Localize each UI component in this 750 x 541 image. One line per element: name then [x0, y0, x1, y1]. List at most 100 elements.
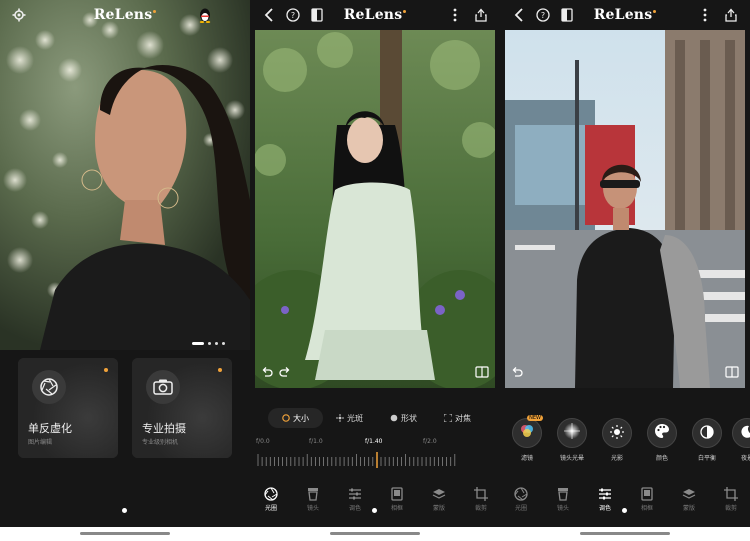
light-icon [610, 424, 624, 443]
lens-icon [555, 486, 571, 502]
edited-photo [505, 30, 745, 388]
lens-icon [305, 486, 321, 502]
edited-photo [255, 30, 495, 388]
tool-white-balance[interactable]: 白平衡 [690, 418, 724, 462]
svg-text:?: ? [541, 11, 545, 20]
app-logo: ReLens [94, 7, 157, 23]
aperture-ruler-labels: f/0.0 f/1.0 f/1.40 f/2.0 [250, 438, 500, 448]
subtab-size[interactable]: 大小 [268, 408, 323, 428]
more-menu-icon[interactable] [446, 6, 464, 24]
top-bar: ReLens [0, 0, 250, 30]
tab-aperture[interactable]: 光圈 [255, 486, 287, 512]
redo-icon[interactable] [279, 363, 291, 382]
mask-layers-icon [681, 486, 697, 502]
tool-color[interactable]: 颜色 [645, 418, 679, 462]
tab-label: 相框 [390, 505, 403, 512]
page-dot [372, 508, 377, 513]
tool-label: 滤镜 [520, 455, 533, 462]
frame-icon [639, 486, 655, 502]
home-indicator[interactable] [330, 532, 420, 535]
back-chevron-icon[interactable] [510, 6, 528, 24]
carousel-indicator [192, 342, 225, 345]
mask-layers-icon [431, 486, 447, 502]
aperture-slider[interactable] [256, 452, 456, 468]
new-badge: NEW [527, 415, 543, 421]
mode-card-pro-camera[interactable]: 专业拍摄 专业级别相机 [132, 358, 232, 458]
adjust-sliders-icon [597, 486, 613, 502]
share-icon[interactable] [722, 6, 740, 24]
tool-light[interactable]: 光影 [600, 418, 634, 462]
compare-icon[interactable] [558, 6, 576, 24]
app-logo: ReLens [594, 7, 657, 23]
undo-icon[interactable] [261, 363, 273, 382]
tab-frame[interactable]: 相框 [381, 486, 413, 512]
mode-title: 单反虚化 [28, 422, 72, 435]
tab-lens[interactable]: 镜头 [297, 486, 329, 512]
tab-frame[interactable]: 相框 [631, 486, 663, 512]
aperture-icon [32, 370, 66, 404]
tab-crop[interactable]: 裁剪 [715, 486, 747, 512]
page-dot [122, 508, 127, 513]
tab-label: 裁剪 [724, 505, 737, 512]
tool-filter[interactable]: NEW 滤镜 [510, 415, 544, 462]
adjust-sliders-icon [347, 486, 363, 502]
mode-card-bokeh[interactable]: 单反虚化 图片编辑 [18, 358, 118, 458]
tab-color[interactable]: 调色 [339, 486, 371, 512]
svg-text:?: ? [291, 11, 295, 20]
top-bar: ? ReLens [500, 0, 750, 30]
compare-icon[interactable] [308, 6, 326, 24]
tab-color[interactable]: 调色 [589, 486, 621, 512]
page-dot [622, 508, 627, 513]
help-icon[interactable]: ? [534, 6, 552, 24]
frame-icon [389, 486, 405, 502]
home-indicator[interactable] [80, 532, 170, 535]
tab-label: 裁剪 [474, 505, 487, 512]
top-bar: ? ReLens [250, 0, 500, 30]
tab-mask[interactable]: 蒙版 [423, 486, 455, 512]
tool-label: 白平衡 [697, 455, 716, 462]
undo-icon[interactable] [511, 363, 523, 382]
help-icon[interactable]: ? [284, 6, 302, 24]
back-chevron-icon[interactable] [260, 6, 278, 24]
tool-label: 光影 [610, 455, 623, 462]
ruler-label-current: f/1.40 [365, 438, 383, 445]
home-indicator[interactable] [580, 532, 670, 535]
subtab-focus[interactable]: 对焦 [444, 410, 471, 426]
subtab-label: 形状 [401, 413, 417, 423]
mode-subtitle: 专业级别相机 [142, 439, 179, 446]
lens-flare-icon [563, 422, 581, 444]
tab-mask[interactable]: 蒙版 [673, 486, 705, 512]
subtab-label: 光斑 [347, 413, 363, 423]
aperture-editor-screen: ? ReLens 大小 光斑 形状 对焦 f/0.0 f/1.0 f/1.40 … [250, 0, 500, 541]
tool-night[interactable]: 夜景 [730, 418, 750, 462]
ruler-label: f/2.0 [423, 438, 437, 445]
tab-label: 调色 [348, 505, 361, 512]
tab-label: 光圈 [264, 505, 277, 512]
tab-aperture[interactable]: 光圈 [505, 486, 537, 512]
settings-gear-icon[interactable] [10, 6, 28, 24]
subtab-label: 对焦 [455, 413, 471, 423]
subtab-shape[interactable]: 形状 [390, 410, 417, 426]
tab-crop[interactable]: 裁剪 [465, 486, 497, 512]
qq-penguin-icon[interactable] [196, 6, 214, 24]
new-dot [104, 368, 108, 372]
tab-label: 调色 [598, 505, 611, 512]
mode-subtitle: 图片编辑 [28, 439, 53, 446]
crop-icon [723, 486, 739, 502]
share-icon[interactable] [472, 6, 490, 24]
tool-label: 夜景 [740, 455, 750, 462]
tab-lens[interactable]: 镜头 [547, 486, 579, 512]
tool-lens-flare[interactable]: 镜头光晕 [555, 418, 589, 462]
compare-split-icon[interactable] [475, 363, 489, 382]
tab-label: 镜头 [556, 505, 569, 512]
tab-label: 蒙版 [432, 505, 445, 512]
aperture-icon [263, 486, 279, 502]
color-editor-screen: ? ReLens NEW 滤镜 镜头光晕 光影 颜色 白平衡 夜景 光圈 镜头 … [500, 0, 750, 541]
tool-label: 镜头光晕 [559, 455, 584, 462]
tab-label: 蒙版 [682, 505, 695, 512]
compare-split-icon[interactable] [725, 363, 739, 382]
aperture-icon [513, 486, 529, 502]
subtab-bokeh[interactable]: 光斑 [336, 410, 363, 426]
subtab-label: 大小 [293, 413, 309, 423]
more-menu-icon[interactable] [696, 6, 714, 24]
